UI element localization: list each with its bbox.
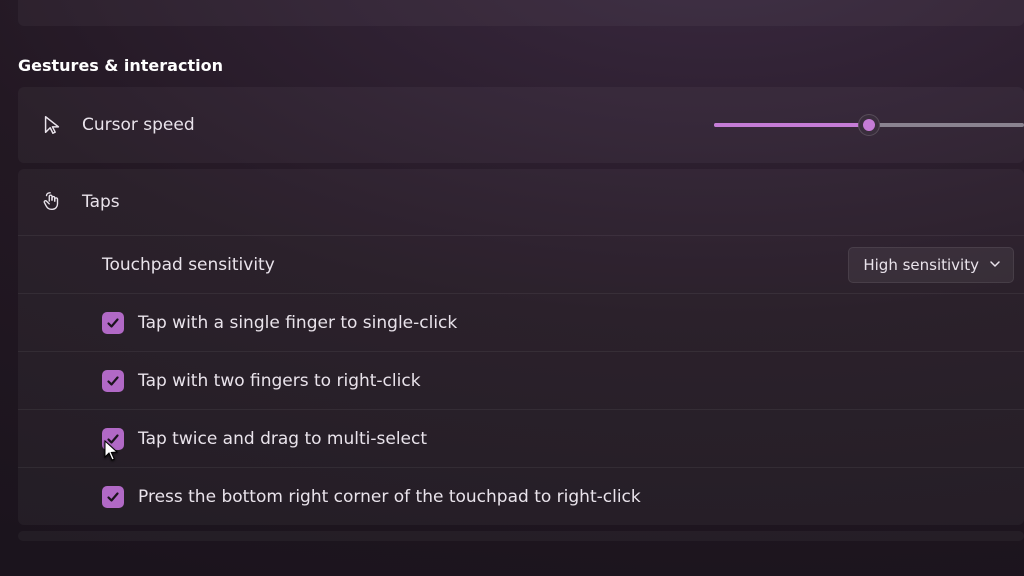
tap-option-row: Tap with a single finger to single-click — [18, 293, 1024, 351]
cursor-speed-label: Cursor speed — [82, 115, 195, 135]
cursor-speed-slider[interactable] — [714, 123, 1024, 127]
taps-label: Taps — [82, 192, 120, 212]
tap-option-row: Tap twice and drag to multi-select — [18, 409, 1024, 467]
section-heading: Gestures & interaction — [18, 56, 1024, 75]
cursor-speed-card: Cursor speed — [18, 87, 1024, 163]
tap-option-row: Tap with two fingers to right-click — [18, 351, 1024, 409]
chevron-down-icon — [989, 256, 1001, 274]
cursor-icon — [38, 114, 66, 136]
dropdown-value: High sensitivity — [863, 256, 979, 274]
previous-card-edge — [18, 0, 1024, 26]
tap-hand-icon — [38, 191, 66, 213]
checkbox-bottom-right-corner[interactable] — [102, 486, 124, 508]
touchpad-sensitivity-dropdown[interactable]: High sensitivity — [848, 247, 1014, 283]
checkbox-tap-twice-drag[interactable] — [102, 428, 124, 450]
tap-option-row: Press the bottom right corner of the tou… — [18, 467, 1024, 525]
touchpad-sensitivity-row: Touchpad sensitivity High sensitivity — [18, 235, 1024, 293]
tap-option-label: Press the bottom right corner of the tou… — [138, 487, 641, 507]
tap-option-label: Tap with two fingers to right-click — [138, 371, 421, 391]
taps-header-row[interactable]: Taps — [18, 169, 1024, 235]
tap-option-label: Tap with a single finger to single-click — [138, 313, 457, 333]
checkbox-two-finger-tap[interactable] — [102, 370, 124, 392]
touchpad-sensitivity-label: Touchpad sensitivity — [102, 255, 275, 275]
taps-card: Taps Touchpad sensitivity High sensitivi… — [18, 169, 1024, 525]
tap-option-label: Tap twice and drag to multi-select — [138, 429, 427, 449]
cursor-speed-row: Cursor speed — [18, 87, 1024, 163]
checkbox-single-tap[interactable] — [102, 312, 124, 334]
slider-thumb[interactable] — [858, 114, 880, 136]
next-card-edge — [18, 531, 1024, 541]
